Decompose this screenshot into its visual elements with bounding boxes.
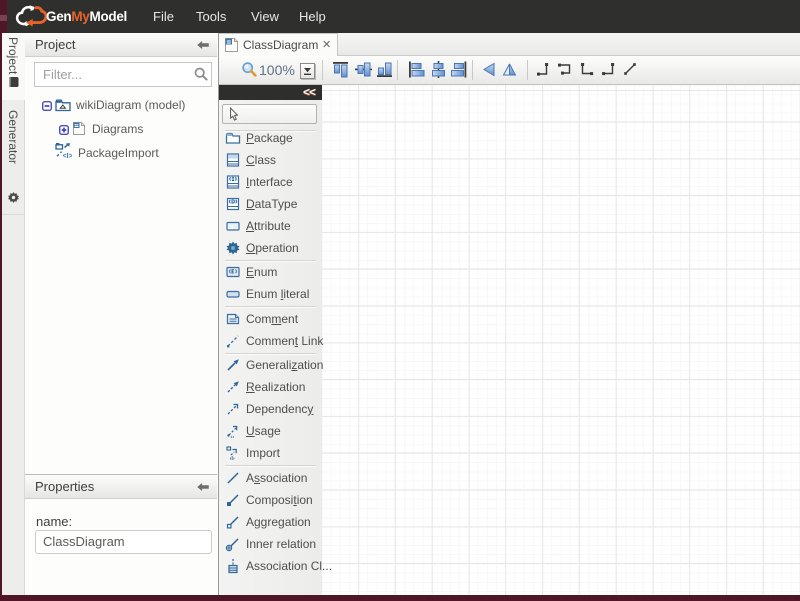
svg-text:‹I›: ‹I›	[230, 456, 235, 461]
svg-text:<I>: <I>	[63, 153, 72, 159]
svg-text:‹›: ‹›	[231, 435, 235, 440]
